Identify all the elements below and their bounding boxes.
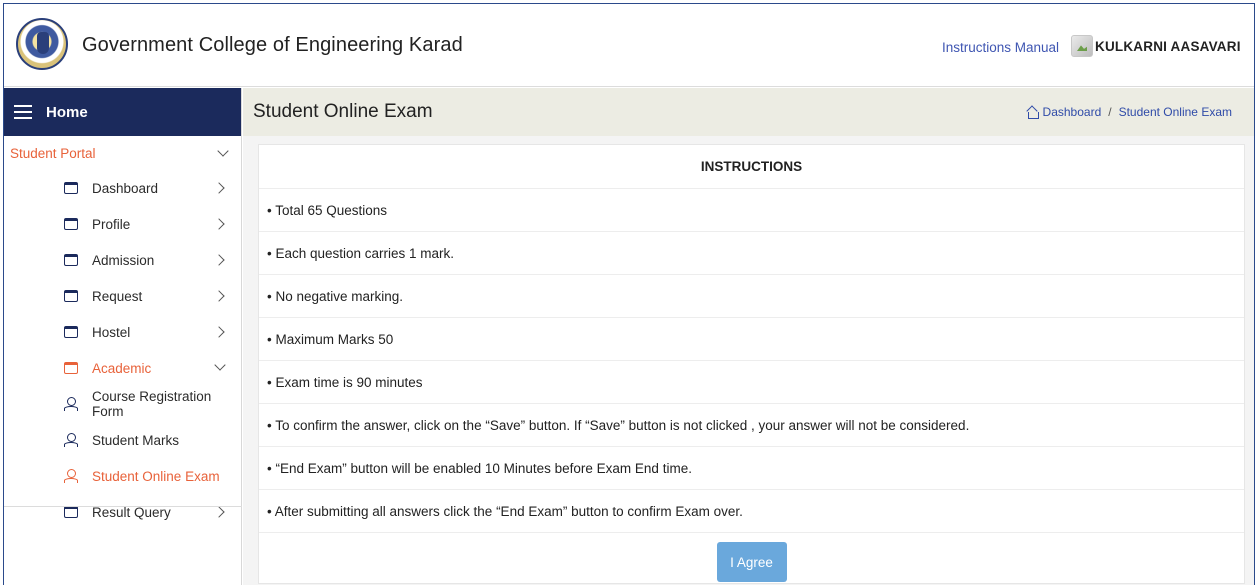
folder-icon bbox=[63, 254, 78, 266]
user-menu[interactable]: KULKARNI AASAVARI bbox=[1071, 35, 1241, 57]
app-window: Government College of Engineering Karad … bbox=[3, 3, 1255, 585]
user-icon bbox=[64, 469, 78, 483]
sidebar-item-hostel[interactable]: Hostel bbox=[4, 314, 241, 350]
sidebar-portal-label: Student Portal bbox=[10, 145, 96, 161]
instructions-manual-link[interactable]: Instructions Manual bbox=[942, 40, 1059, 55]
sidebar-item-dashboard[interactable]: Dashboard bbox=[4, 170, 241, 206]
instruction-line: • Total 65 Questions bbox=[259, 189, 1244, 232]
user-icon bbox=[64, 397, 78, 411]
folder-icon bbox=[63, 182, 78, 194]
instruction-line: • Maximum Marks 50 bbox=[259, 318, 1244, 361]
sidebar-item-label: Hostel bbox=[92, 324, 131, 340]
chevron-right-icon bbox=[213, 254, 225, 266]
page-title: Student Online Exam bbox=[253, 101, 433, 122]
sidebar-item-admission[interactable]: Admission bbox=[4, 242, 241, 278]
home-icon bbox=[1027, 107, 1039, 119]
sidebar-item-label: Dashboard bbox=[92, 180, 159, 196]
breadcrumb-current: Student Online Exam bbox=[1118, 105, 1232, 119]
instructions-title: INSTRUCTIONS bbox=[259, 145, 1244, 189]
chevron-right-icon bbox=[213, 182, 225, 194]
folder-icon bbox=[63, 506, 78, 518]
sidebar-student-portal[interactable]: Student Portal bbox=[4, 136, 241, 170]
sidebar: Home Student Portal Dashboard Profile Ad… bbox=[4, 88, 242, 585]
user-avatar-icon bbox=[1071, 35, 1093, 57]
chevron-right-icon bbox=[213, 290, 225, 302]
chevron-right-icon bbox=[213, 326, 225, 338]
breadcrumb-separator: / bbox=[1108, 105, 1112, 119]
chevron-right-icon bbox=[213, 506, 225, 518]
breadcrumb-dashboard-link[interactable]: Dashboard bbox=[1043, 105, 1102, 119]
breadcrumb: Dashboard / Student Online Exam bbox=[1027, 105, 1232, 119]
instruction-line: • Each question carries 1 mark. bbox=[259, 232, 1244, 275]
sidebar-item-label: Request bbox=[92, 288, 143, 304]
instruction-line: • To confirm the answer, click on the “S… bbox=[259, 404, 1244, 447]
chevron-down-icon bbox=[217, 145, 229, 157]
sidebar-item-request[interactable]: Request bbox=[4, 278, 241, 314]
top-header: Government College of Engineering Karad … bbox=[4, 4, 1254, 87]
main-content: Student Online Exam Dashboard / Student … bbox=[243, 88, 1254, 585]
user-icon bbox=[64, 433, 78, 447]
sidebar-item-course-registration[interactable]: Course Registration Form bbox=[4, 386, 241, 422]
sidebar-item-label: Academic bbox=[92, 360, 152, 376]
college-logo bbox=[16, 18, 68, 70]
sidebar-item-student-online-exam[interactable]: Student Online Exam bbox=[4, 458, 241, 494]
sidebar-item-label: Student Marks bbox=[92, 432, 180, 448]
folder-icon bbox=[63, 218, 78, 230]
chevron-right-icon bbox=[213, 218, 225, 230]
agree-button-wrap: I Agree bbox=[259, 542, 1244, 582]
sidebar-item-label: Course Registration Form bbox=[92, 389, 212, 419]
instruction-line: • No negative marking. bbox=[259, 275, 1244, 318]
instruction-line: • Exam time is 90 minutes bbox=[259, 361, 1244, 404]
menu-toggle-icon[interactable] bbox=[14, 105, 32, 119]
sidebar-item-label: Student Online Exam bbox=[92, 468, 220, 484]
chevron-down-icon bbox=[214, 359, 226, 371]
user-name: KULKARNI AASAVARI bbox=[1095, 38, 1241, 54]
instruction-line: • “End Exam” button will be enabled 10 M… bbox=[259, 447, 1244, 490]
sidebar-divider bbox=[4, 506, 242, 507]
page-header: Student Online Exam Dashboard / Student … bbox=[243, 88, 1254, 136]
sidebar-header: Home bbox=[4, 88, 241, 136]
college-name: Government College of Engineering Karad bbox=[82, 34, 463, 56]
sidebar-item-label: Profile bbox=[92, 216, 131, 232]
sidebar-home-link[interactable]: Home bbox=[46, 104, 88, 121]
sidebar-item-label: Admission bbox=[92, 252, 155, 268]
sidebar-item-academic[interactable]: Academic bbox=[4, 350, 241, 386]
sidebar-item-result-query[interactable]: Result Query bbox=[4, 494, 241, 530]
instruction-line: • After submitting all answers click the… bbox=[259, 490, 1244, 533]
folder-icon bbox=[63, 362, 78, 374]
sidebar-item-student-marks[interactable]: Student Marks bbox=[4, 422, 241, 458]
folder-icon bbox=[63, 290, 78, 302]
instructions-card: INSTRUCTIONS • Total 65 Questions • Each… bbox=[258, 144, 1245, 584]
sidebar-item-profile[interactable]: Profile bbox=[4, 206, 241, 242]
i-agree-button[interactable]: I Agree bbox=[716, 542, 787, 582]
folder-icon bbox=[63, 326, 78, 338]
